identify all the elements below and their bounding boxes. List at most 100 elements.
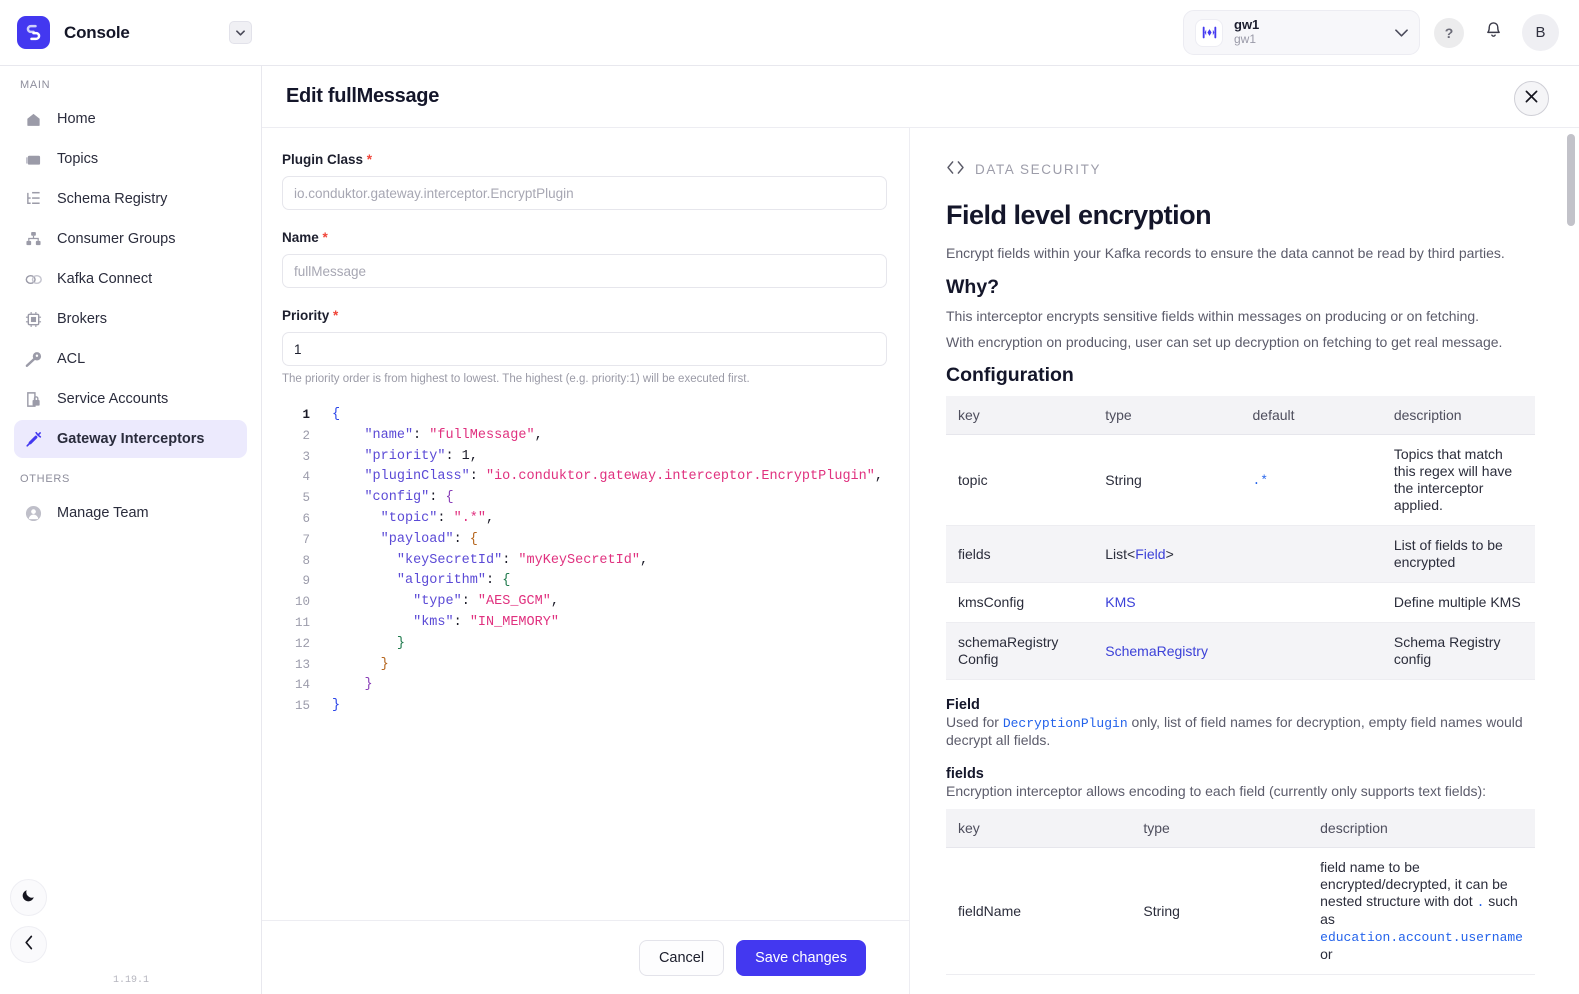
- collapse-sidebar-button[interactable]: [10, 926, 47, 963]
- app-version: 1.19.1: [112, 975, 149, 986]
- editor-line: 1{: [282, 405, 887, 426]
- editor-line-code: "pluginClass": "io.conduktor.gateway.int…: [364, 469, 883, 485]
- cluster-subtitle: gw1: [1234, 32, 1257, 47]
- editor-line: 9 "algorithm": {: [282, 571, 887, 592]
- editor-line-code: "name": "fullMessage",: [364, 427, 543, 443]
- editor-line: 14 }: [282, 675, 887, 696]
- sidebar-item-gateway-interceptors[interactable]: Gateway Interceptors: [14, 420, 247, 458]
- sidebar-item-label: Schema Registry: [57, 191, 168, 207]
- dark-mode-toggle[interactable]: [10, 879, 47, 916]
- editor-line-number: 1: [302, 408, 310, 422]
- editor-line: 15}: [282, 696, 887, 717]
- type-link[interactable]: SchemaRegistry: [1105, 643, 1208, 659]
- sidebar-item-label: Consumer Groups: [57, 231, 176, 247]
- docs-why-heading: Why?: [946, 276, 1000, 298]
- config-default-cell: [1241, 526, 1382, 583]
- page-title: Edit fullMessage: [286, 85, 440, 107]
- code-brackets-icon: [946, 160, 965, 178]
- plugin-class-input[interactable]: [282, 176, 887, 210]
- col-type: type: [1093, 396, 1241, 435]
- sidebar-item-schema-registry[interactable]: Schema Registry: [14, 180, 247, 218]
- docs-field-heading: Field: [946, 697, 980, 713]
- editor-line: 7 "payload": {: [282, 530, 887, 551]
- decryption-plugin-code: DecryptionPlugin: [1002, 716, 1128, 731]
- field-type-cell: String: [1143, 902, 1180, 919]
- config-description-cell: List of fields to be encrypted: [1393, 537, 1503, 570]
- docs-configuration-heading: Configuration: [946, 364, 1074, 386]
- config-default-cell: [1241, 583, 1382, 623]
- avatar-initial: B: [1535, 24, 1546, 41]
- brand-name: Console: [64, 22, 130, 42]
- brand-caret-down-icon[interactable]: [229, 21, 252, 44]
- docs-field-paragraph: Used for DecryptionPlugin only, list of …: [946, 714, 1535, 749]
- editor-line-number: 7: [302, 532, 310, 547]
- close-icon: [1525, 90, 1538, 108]
- cluster-selector[interactable]: gw1 gw1: [1183, 10, 1420, 55]
- table-row: topic String .* Topics that match this rege…: [946, 435, 1535, 526]
- editor-line: 13 }: [282, 655, 887, 676]
- gateway-icon: [1195, 18, 1223, 47]
- cluster-labels: gw1 gw1: [1234, 17, 1260, 47]
- editor-line: 3 "priority": 1,: [282, 447, 887, 468]
- editor-line: 10 "type": "AES_GCM",: [282, 592, 887, 613]
- json-config-editor[interactable]: 1{2 "name": "fullMessage", 3 "priority": …: [282, 405, 887, 717]
- editor-line-code: "algorithm": {: [396, 573, 511, 589]
- brand[interactable]: Console: [0, 16, 262, 49]
- col-type: type: [1131, 809, 1309, 848]
- user-icon: [24, 504, 43, 523]
- table-row: kmsConfig KMS Define multiple KMS: [946, 583, 1535, 623]
- cancel-button[interactable]: Cancel: [638, 939, 725, 976]
- default-value-code: .*: [1252, 473, 1269, 488]
- col-default: default: [1240, 396, 1382, 435]
- editor-line-number: 5: [302, 491, 310, 506]
- interceptor-plug-icon: [24, 430, 43, 449]
- name-input[interactable]: [282, 254, 887, 288]
- chevron-left-icon: [24, 935, 34, 955]
- priority-input[interactable]: [282, 332, 887, 366]
- topbar-actions: gw1 gw1 ? B: [1183, 10, 1579, 55]
- editor-line-code: "config": {: [364, 490, 454, 506]
- fields-table-head: key type description: [946, 809, 1535, 848]
- sidebar-item-manage-team[interactable]: Manage Team: [14, 494, 247, 532]
- config-key-cell: topic: [958, 471, 988, 488]
- editor-line-number: 10: [294, 595, 310, 610]
- config-description-cell: Define multiple KMS: [1393, 594, 1521, 610]
- conduktor-logo-icon: [17, 16, 50, 49]
- avatar[interactable]: B: [1522, 14, 1559, 51]
- col-key: key: [946, 809, 1132, 848]
- sidebar-item-brokers[interactable]: Brokers: [14, 300, 247, 338]
- table-row: fields List<Field> List of fields to be en…: [946, 525, 1535, 583]
- configuration-table-head: key type default description: [946, 396, 1535, 435]
- sidebar-item-service-accounts[interactable]: Service Accounts: [14, 380, 247, 418]
- sidebar-item-topics[interactable]: Topics: [14, 140, 247, 178]
- docs-scrollbar-thumb[interactable]: [1567, 134, 1575, 226]
- bell-icon: [1485, 21, 1502, 44]
- sidebar-item-acl[interactable]: ACL: [14, 340, 247, 378]
- required-marker: *: [322, 230, 328, 245]
- sidebar-item-label: Topics: [57, 151, 99, 167]
- sidebar-item-label: Manage Team: [57, 505, 149, 521]
- editor-line: 2 "name": "fullMessage",: [282, 426, 887, 447]
- config-key-cell: fields: [958, 545, 991, 562]
- sidebar-item-consumer-groups[interactable]: Consumer Groups: [14, 220, 247, 258]
- priority-field-block: Priority * The priority order is from hi…: [282, 308, 887, 385]
- docs-scrollbar[interactable]: [1567, 134, 1575, 939]
- sidebar-item-kafka-connect[interactable]: Kafka Connect: [14, 260, 247, 298]
- required-marker: *: [333, 308, 339, 323]
- save-changes-button[interactable]: Save changes: [736, 939, 866, 976]
- sidebar-item-home[interactable]: Home: [14, 100, 247, 138]
- type-link[interactable]: KMS: [1105, 594, 1135, 610]
- help-button[interactable]: ?: [1434, 17, 1464, 48]
- modal-header: Edit fullMessage: [262, 66, 1579, 128]
- editor-line-code: "topic": ".*",: [380, 510, 495, 526]
- table-header-row: key type default description: [946, 396, 1535, 435]
- type-link[interactable]: Field: [1135, 546, 1165, 562]
- sidebar-footer: 1.19.1: [0, 869, 262, 994]
- docs-category-label: DATA SECURITY: [975, 161, 1102, 177]
- close-button[interactable]: [1514, 81, 1549, 116]
- required-marker: *: [366, 152, 373, 167]
- cluster-name: gw1: [1234, 17, 1260, 33]
- editor-line-number: 8: [302, 553, 310, 568]
- fields-table-body: fieldName String field name to be encryp…: [946, 848, 1535, 975]
- notifications-button[interactable]: [1478, 18, 1508, 48]
